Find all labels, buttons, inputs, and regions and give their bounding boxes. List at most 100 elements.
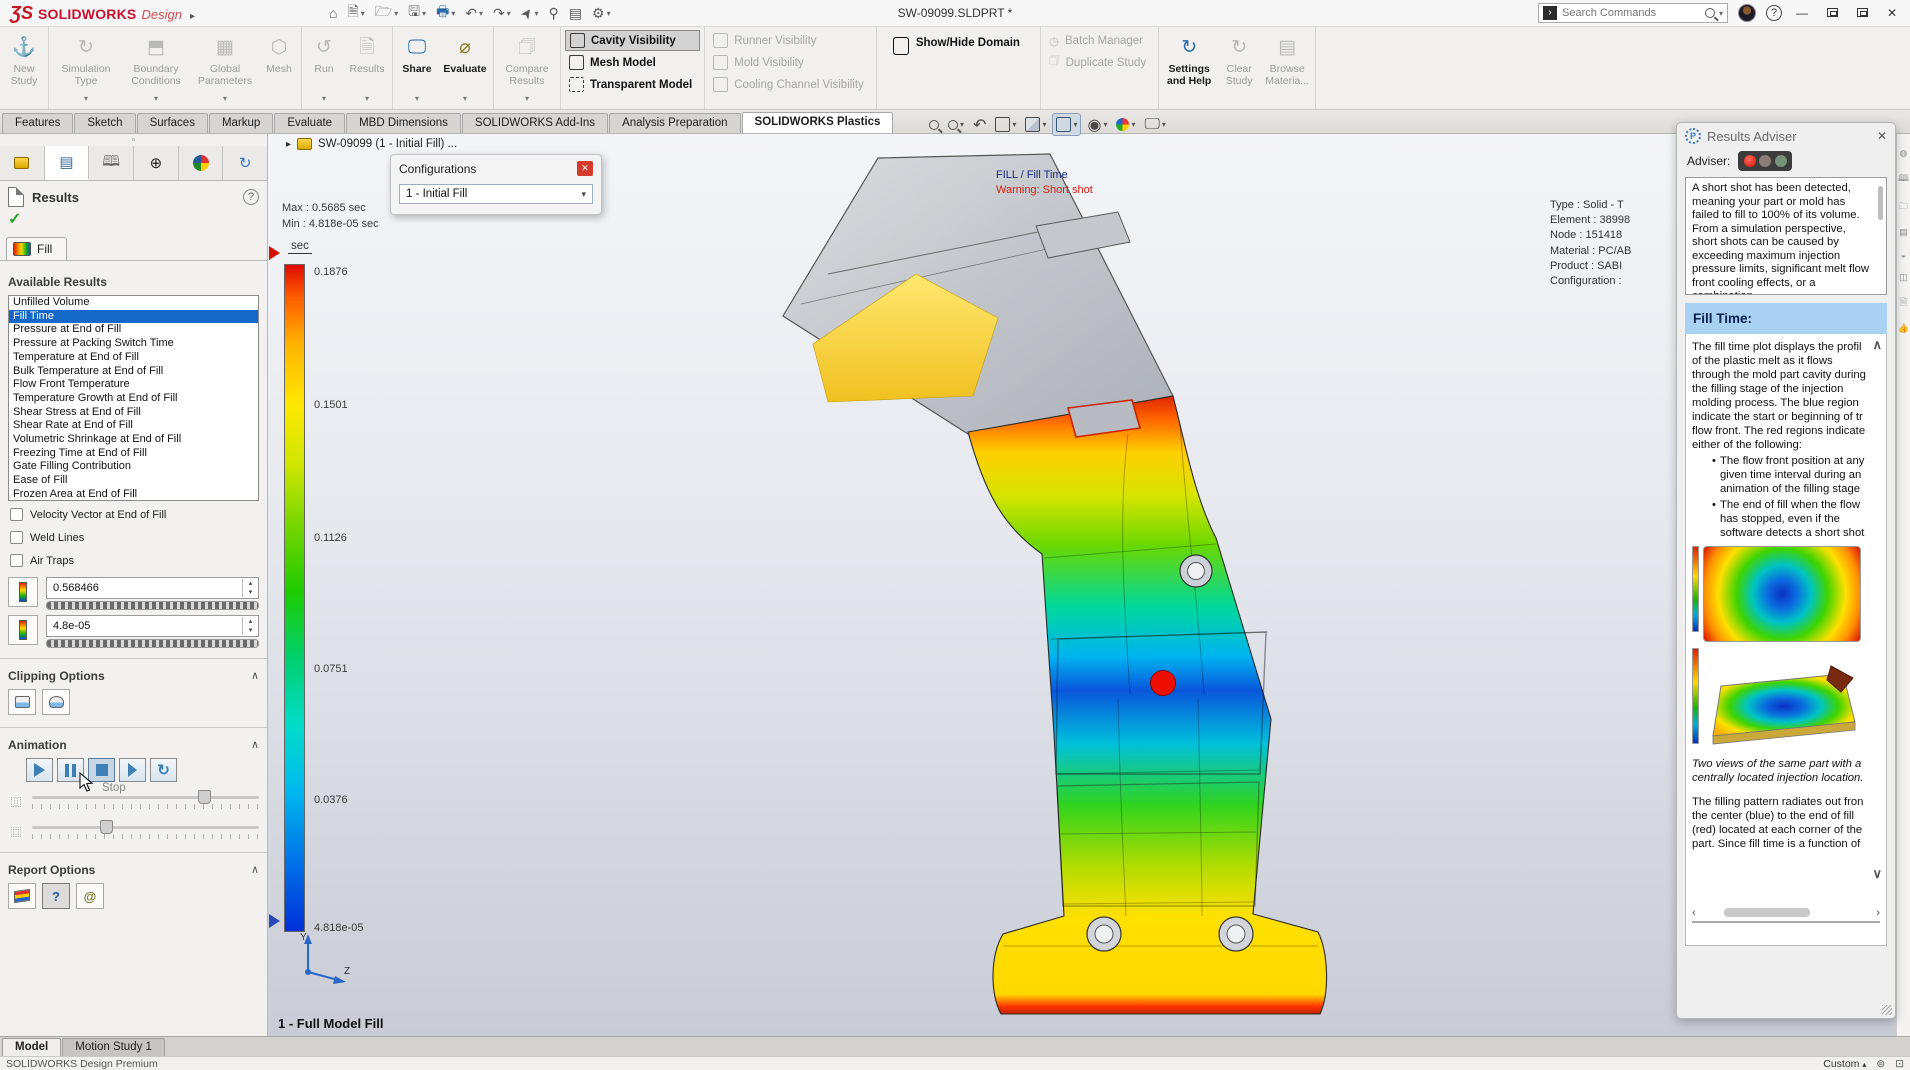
scenes-icon[interactable]: ◫ [1899,272,1908,283]
select-button[interactable]: ➤▾ [517,4,543,23]
graphics-viewport[interactable]: ▸ SW-09099 (1 - Initial Fill) ... Config… [268,134,1910,1036]
hide-show-items-button[interactable]: ◉▾ [1084,113,1110,136]
display-status-icon[interactable]: ⊡ [1895,1058,1904,1070]
available-results-list[interactable]: Unfilled Volume Fill Time Pressure at En… [8,295,259,501]
list-item[interactable]: Shear Stress at End of Fill [9,406,258,420]
feature-tree-item[interactable]: ▸ SW-09099 (1 - Initial Fill) ... [286,138,457,150]
min-plot-value-input[interactable] [47,620,242,632]
caret-down-icon[interactable]: ▾ [525,93,529,105]
caret-up-icon[interactable]: ▴ [1862,1060,1866,1069]
caret-down-icon[interactable]: ▾ [322,93,326,105]
search-input[interactable] [1562,7,1705,19]
custom-properties-icon[interactable]: 🗎 [1900,295,1907,311]
caret-down-icon[interactable]: ▾ [223,93,227,105]
list-button[interactable]: ▤ [565,4,586,23]
tab-property-manager[interactable]: ▤ [45,146,90,180]
caret-down-icon[interactable]: ▾ [507,9,511,18]
caret-down-icon[interactable]: ▾ [607,9,611,18]
redo-button[interactable]: ↷▾ [489,4,515,23]
velocity-vector-checkbox[interactable] [10,508,23,521]
caret-down-icon[interactable]: ▾ [154,93,158,105]
view-settings-button[interactable]: 🖵▾ [1141,113,1168,136]
collapse-icon[interactable]: ∧ [251,863,259,877]
list-item[interactable]: Frozen Area at End of Fill [9,488,258,501]
list-item[interactable]: Shear Rate at End of Fill [9,419,258,433]
file-explorer-icon[interactable]: 🗀 [1899,199,1908,215]
section-view-button[interactable]: ▾ [992,113,1019,136]
tab-display-manager[interactable] [179,146,224,180]
list-item[interactable]: Flow Front Temperature [9,378,258,392]
stepper-down-icon[interactable]: ▾ [249,626,253,635]
share-button[interactable]: 🖵 Share ▾ [395,29,439,107]
caret-down-icon[interactable]: ▾ [394,9,398,18]
zoom-fit-button[interactable] [926,113,942,136]
results-button[interactable]: 🗎 Results ▾ [344,29,390,107]
adviser-message-box[interactable]: A short shot has been detected, meaning … [1685,177,1887,295]
slider-handle[interactable] [100,820,113,834]
report-options-header[interactable]: Report Options ∧ [0,853,267,881]
list-item[interactable]: Temperature Growth at End of Fill [9,392,258,406]
max-value-stepper[interactable]: ▴▾ [242,579,258,597]
mold-visibility-button[interactable]: Mold Visibility [709,52,872,73]
frame-slider[interactable]: Stop [32,790,259,812]
search-commands-box[interactable]: › ▾ [1538,3,1728,23]
stepper-up-icon[interactable]: ▴ [249,579,253,588]
batch-manager-button[interactable]: ◷ Batch Manager [1045,30,1154,51]
list-item[interactable]: Gate Filling Contribution [9,460,258,474]
close-icon[interactable]: ✕ [1877,129,1887,143]
caret-down-icon[interactable]: ▾ [422,9,426,18]
tree-expand-icon[interactable]: ▸ [286,139,291,150]
forum-icon[interactable]: 👍 [1898,323,1909,334]
fill-tab[interactable]: Fill [6,237,67,260]
resources-icon[interactable]: ◍ [1900,148,1908,159]
min-plot-value-field[interactable]: ▴▾ [46,615,259,637]
new-study-button[interactable]: ⚓ New Study [2,29,46,107]
tab-motion-study[interactable]: Motion Study 1 [62,1038,165,1056]
scrollbar-thumb[interactable] [1878,186,1883,220]
collapse-icon[interactable]: ∧ [251,669,259,683]
boundary-conditions-button[interactable]: ⬒ Boundary Conditions ▾ [121,29,191,107]
evaluate-button[interactable]: ⌀ Evaluate ▾ [439,29,491,107]
tab-sketch[interactable]: Sketch [74,113,135,133]
play-button[interactable] [26,758,53,782]
min-value-stepper[interactable]: ▴▾ [242,617,258,635]
isosurface-button[interactable] [42,689,70,715]
brand-expand-icon[interactable]: ▸ [190,11,195,22]
loop-button[interactable]: ↻ [150,758,177,782]
list-item[interactable]: Bulk Temperature at End of Fill [9,365,258,379]
caret-down-icon[interactable]: ▾ [451,9,455,18]
caret-down-icon[interactable]: ▾ [479,9,483,18]
tab-analysis-preparation[interactable]: Analysis Preparation [609,113,740,133]
cavity-visibility-button[interactable]: Cavity Visibility [565,30,700,51]
min-value-slider[interactable] [46,639,259,648]
list-item[interactable]: Unfilled Volume [9,296,258,310]
list-item[interactable]: Ease of Fill [9,474,258,488]
tab-feature-manager[interactable] [0,146,45,180]
close-icon[interactable]: ✕ [577,161,593,176]
tab-model[interactable]: Model [2,1038,61,1056]
stepper-up-icon[interactable]: ▴ [249,617,253,626]
open-button[interactable]: 🗁▾ [371,0,402,26]
appearances-icon[interactable]: ◒ [1901,250,1906,260]
custom-units-dropdown[interactable]: Custom ▴ [1823,1058,1866,1070]
help-icon[interactable]: ? [1766,5,1782,21]
clipping-options-header[interactable]: Clipping Options ∧ [0,659,267,687]
caret-down-icon[interactable]: ▾ [463,93,467,105]
previous-view-button[interactable]: ↶ [970,113,989,136]
max-value-slider[interactable] [46,601,259,610]
scroll-right-icon[interactable]: › [1876,906,1880,920]
caret-down-icon[interactable]: ▾ [960,120,964,129]
runner-visibility-button[interactable]: Runner Visibility [709,30,872,51]
caret-down-icon[interactable]: ▾ [361,9,365,18]
slider-handle[interactable] [198,790,211,804]
tab-evaluate[interactable]: Evaluate [274,113,345,133]
settings-and-help-button[interactable]: ↻ Settings and Help [1161,29,1217,107]
scroll-left-icon[interactable]: ‹ [1692,906,1696,920]
edit-appearance-button[interactable]: ▾ [1113,113,1138,136]
configuration-select[interactable]: 1 - Initial Fill ▾ [399,184,593,204]
max-plot-value-field[interactable]: ▴▾ [46,577,259,599]
scroll-up-icon[interactable]: ∧ [1872,338,1882,352]
tab-surfaces[interactable]: Surfaces [137,113,208,133]
pin-button[interactable]: ⚲ [545,4,563,23]
mesh-button[interactable]: ⬡ Mesh [259,29,299,107]
